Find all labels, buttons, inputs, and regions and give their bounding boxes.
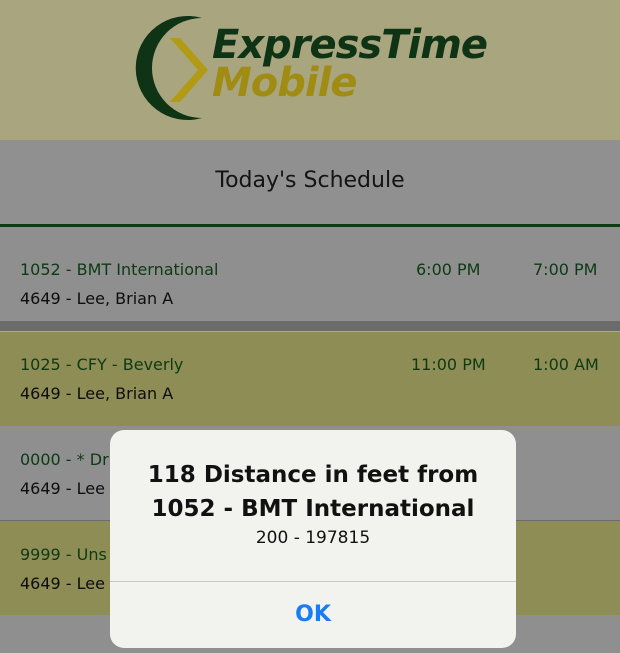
schedule-row[interactable]: 1052 - BMT International 6:00 PM 7:00 PM…: [0, 227, 620, 321]
logo-arc-icon: [135, 16, 208, 121]
row-end-time: 1:00 AM: [533, 355, 599, 374]
row-start-time: 11:00 PM: [411, 355, 486, 374]
page-title: Today's Schedule: [215, 168, 405, 193]
expresstime-logo: ExpressTime Mobile: [132, 10, 492, 125]
row-employee: 4649 - Lee, Brian A: [20, 289, 174, 308]
logo-text-mobile: Mobile: [212, 60, 357, 106]
ok-button[interactable]: OK: [110, 582, 516, 648]
dialog-title-line1: 118 Distance in feet from: [147, 462, 479, 488]
app-header: ExpressTime Mobile: [0, 0, 620, 140]
row-employee: 4649 - Lee: [20, 574, 105, 593]
row-location: 1052 - BMT International: [20, 260, 219, 279]
row-location: 0000 - * Dr: [20, 450, 109, 469]
title-bar: Today's Schedule: [0, 140, 620, 227]
row-start-time: 6:00 PM: [416, 260, 481, 279]
row-location: 9999 - Uns: [20, 545, 107, 564]
row-location: 1025 - CFY - Beverly: [20, 355, 184, 374]
row-employee: 4649 - Lee, Brian A: [20, 384, 174, 403]
row-employee: 4649 - Lee: [20, 479, 105, 498]
dialog-title: 118 Distance in feet from 1052 - BMT Int…: [110, 458, 516, 526]
row-end-time: 7:00 PM: [533, 260, 598, 279]
distance-alert-dialog: 118 Distance in feet from 1052 - BMT Int…: [110, 430, 516, 648]
schedule-row[interactable]: 1025 - CFY - Beverly 11:00 PM 1:00 AM 46…: [0, 332, 620, 426]
app-screen: ExpressTime Mobile Today's Schedule 1052…: [0, 0, 620, 653]
dialog-title-line2: 1052 - BMT International: [151, 496, 475, 522]
dialog-message: 200 - 197815: [255, 528, 371, 548]
